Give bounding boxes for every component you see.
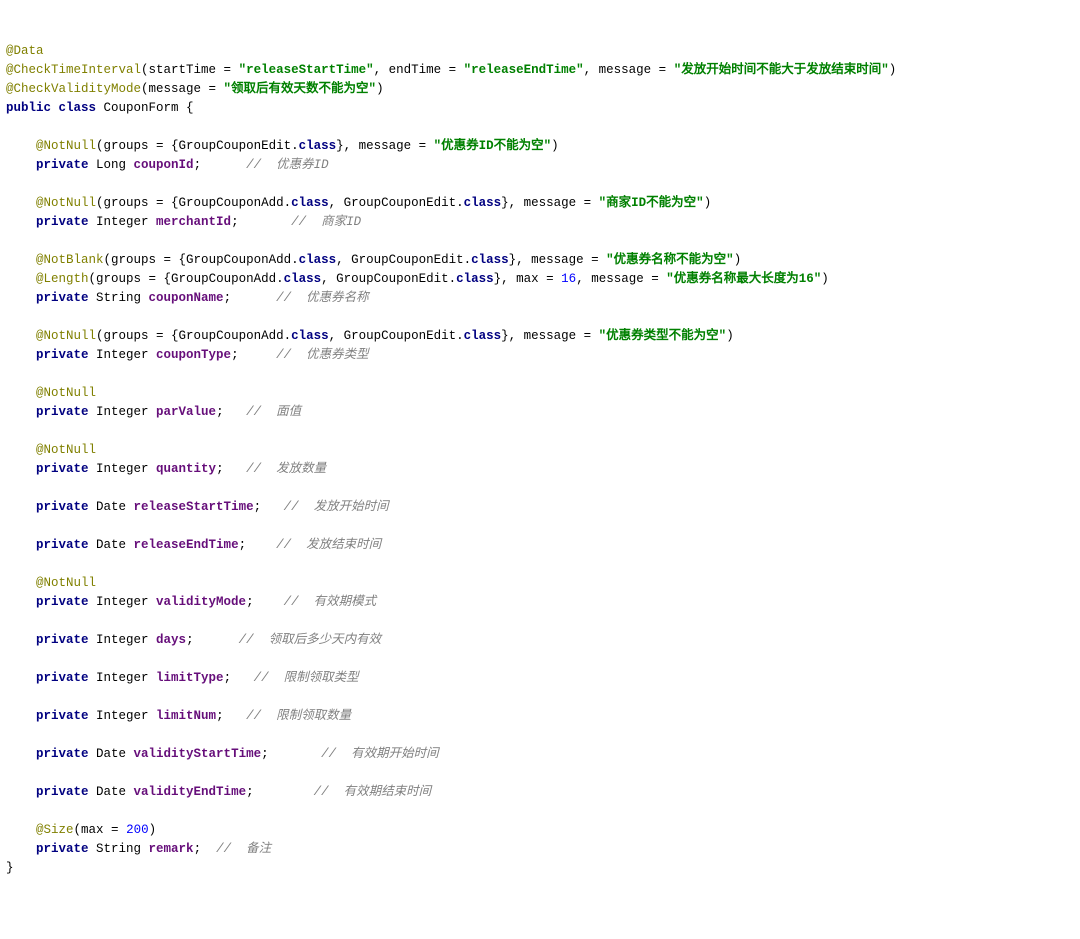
field-validityEndTime: validityEndTime (134, 785, 247, 799)
annotation: @NotNull (36, 386, 96, 400)
close-brace: } (6, 861, 14, 875)
comment: // 发放数量 (246, 462, 326, 476)
keyword: private (36, 215, 89, 229)
keyword: class (59, 101, 97, 115)
string-literal: "优惠券类型不能为空" (599, 329, 727, 343)
field-merchantId: merchantId (156, 215, 231, 229)
field-limitType: limitType (156, 671, 224, 685)
field-days: days (156, 633, 186, 647)
keyword: private (36, 671, 89, 685)
number-literal: 16 (561, 272, 576, 286)
field-couponId: couponId (134, 158, 194, 172)
field-quantity: quantity (156, 462, 216, 476)
field-validityMode: validityMode (156, 595, 246, 609)
comment: // 限制领取数量 (246, 709, 351, 723)
keyword: private (36, 842, 89, 856)
comment: // 优惠券ID (246, 158, 329, 172)
keyword: private (36, 348, 89, 362)
annotation: @NotNull (36, 196, 96, 210)
string-literal: "releaseEndTime" (464, 63, 584, 77)
annotation: @Data (6, 44, 44, 58)
field-couponType: couponType (156, 348, 231, 362)
annotation: @CheckTimeInterval (6, 63, 141, 77)
field-couponName: couponName (149, 291, 224, 305)
keyword: private (36, 158, 89, 172)
string-literal: "优惠券ID不能为空" (434, 139, 552, 153)
comment: // 面值 (246, 405, 301, 419)
string-literal: "商家ID不能为空" (599, 196, 704, 210)
string-literal: "发放开始时间不能大于发放结束时间" (674, 63, 889, 77)
keyword: private (36, 785, 89, 799)
string-literal: "releaseStartTime" (239, 63, 374, 77)
field-limitNum: limitNum (156, 709, 216, 723)
class-name: CouponForm { (96, 101, 194, 115)
annotation: @Length (36, 272, 89, 286)
comment: // 发放开始时间 (284, 500, 389, 514)
keyword: private (36, 633, 89, 647)
annotation: @NotNull (36, 139, 96, 153)
comment: // 领取后多少天内有效 (239, 633, 382, 647)
comment: // 备注 (216, 842, 271, 856)
field-releaseStartTime: releaseStartTime (134, 500, 254, 514)
string-literal: "领取后有效天数不能为空" (224, 82, 377, 96)
annotation: @NotBlank (36, 253, 104, 267)
keyword: private (36, 538, 89, 552)
string-literal: "优惠券名称最大长度为16" (666, 272, 821, 286)
keyword: private (36, 709, 89, 723)
keyword: private (36, 500, 89, 514)
keyword: private (36, 462, 89, 476)
field-validityStartTime: validityStartTime (134, 747, 262, 761)
keyword: private (36, 291, 89, 305)
field-remark: remark (149, 842, 194, 856)
comment: // 商家ID (291, 215, 361, 229)
comment: // 限制领取类型 (254, 671, 359, 685)
annotation: @CheckValidityMode (6, 82, 141, 96)
annotation: @NotNull (36, 443, 96, 457)
keyword: private (36, 405, 89, 419)
string-literal: "优惠券名称不能为空" (606, 253, 734, 267)
keyword: private (36, 747, 89, 761)
keyword: public (6, 101, 51, 115)
comment: // 优惠券名称 (276, 291, 369, 305)
annotation: @NotNull (36, 576, 96, 590)
code-block: @Data @CheckTimeInterval(startTime = "re… (6, 42, 1074, 878)
comment: // 发放结束时间 (276, 538, 381, 552)
keyword: private (36, 595, 89, 609)
comment: // 优惠券类型 (276, 348, 369, 362)
annotation: @NotNull (36, 329, 96, 343)
comment: // 有效期开始时间 (321, 747, 439, 761)
comment: // 有效期结束时间 (314, 785, 432, 799)
annotation: @Size (36, 823, 74, 837)
field-releaseEndTime: releaseEndTime (134, 538, 239, 552)
comment: // 有效期模式 (284, 595, 377, 609)
field-parValue: parValue (156, 405, 216, 419)
number-literal: 200 (126, 823, 149, 837)
